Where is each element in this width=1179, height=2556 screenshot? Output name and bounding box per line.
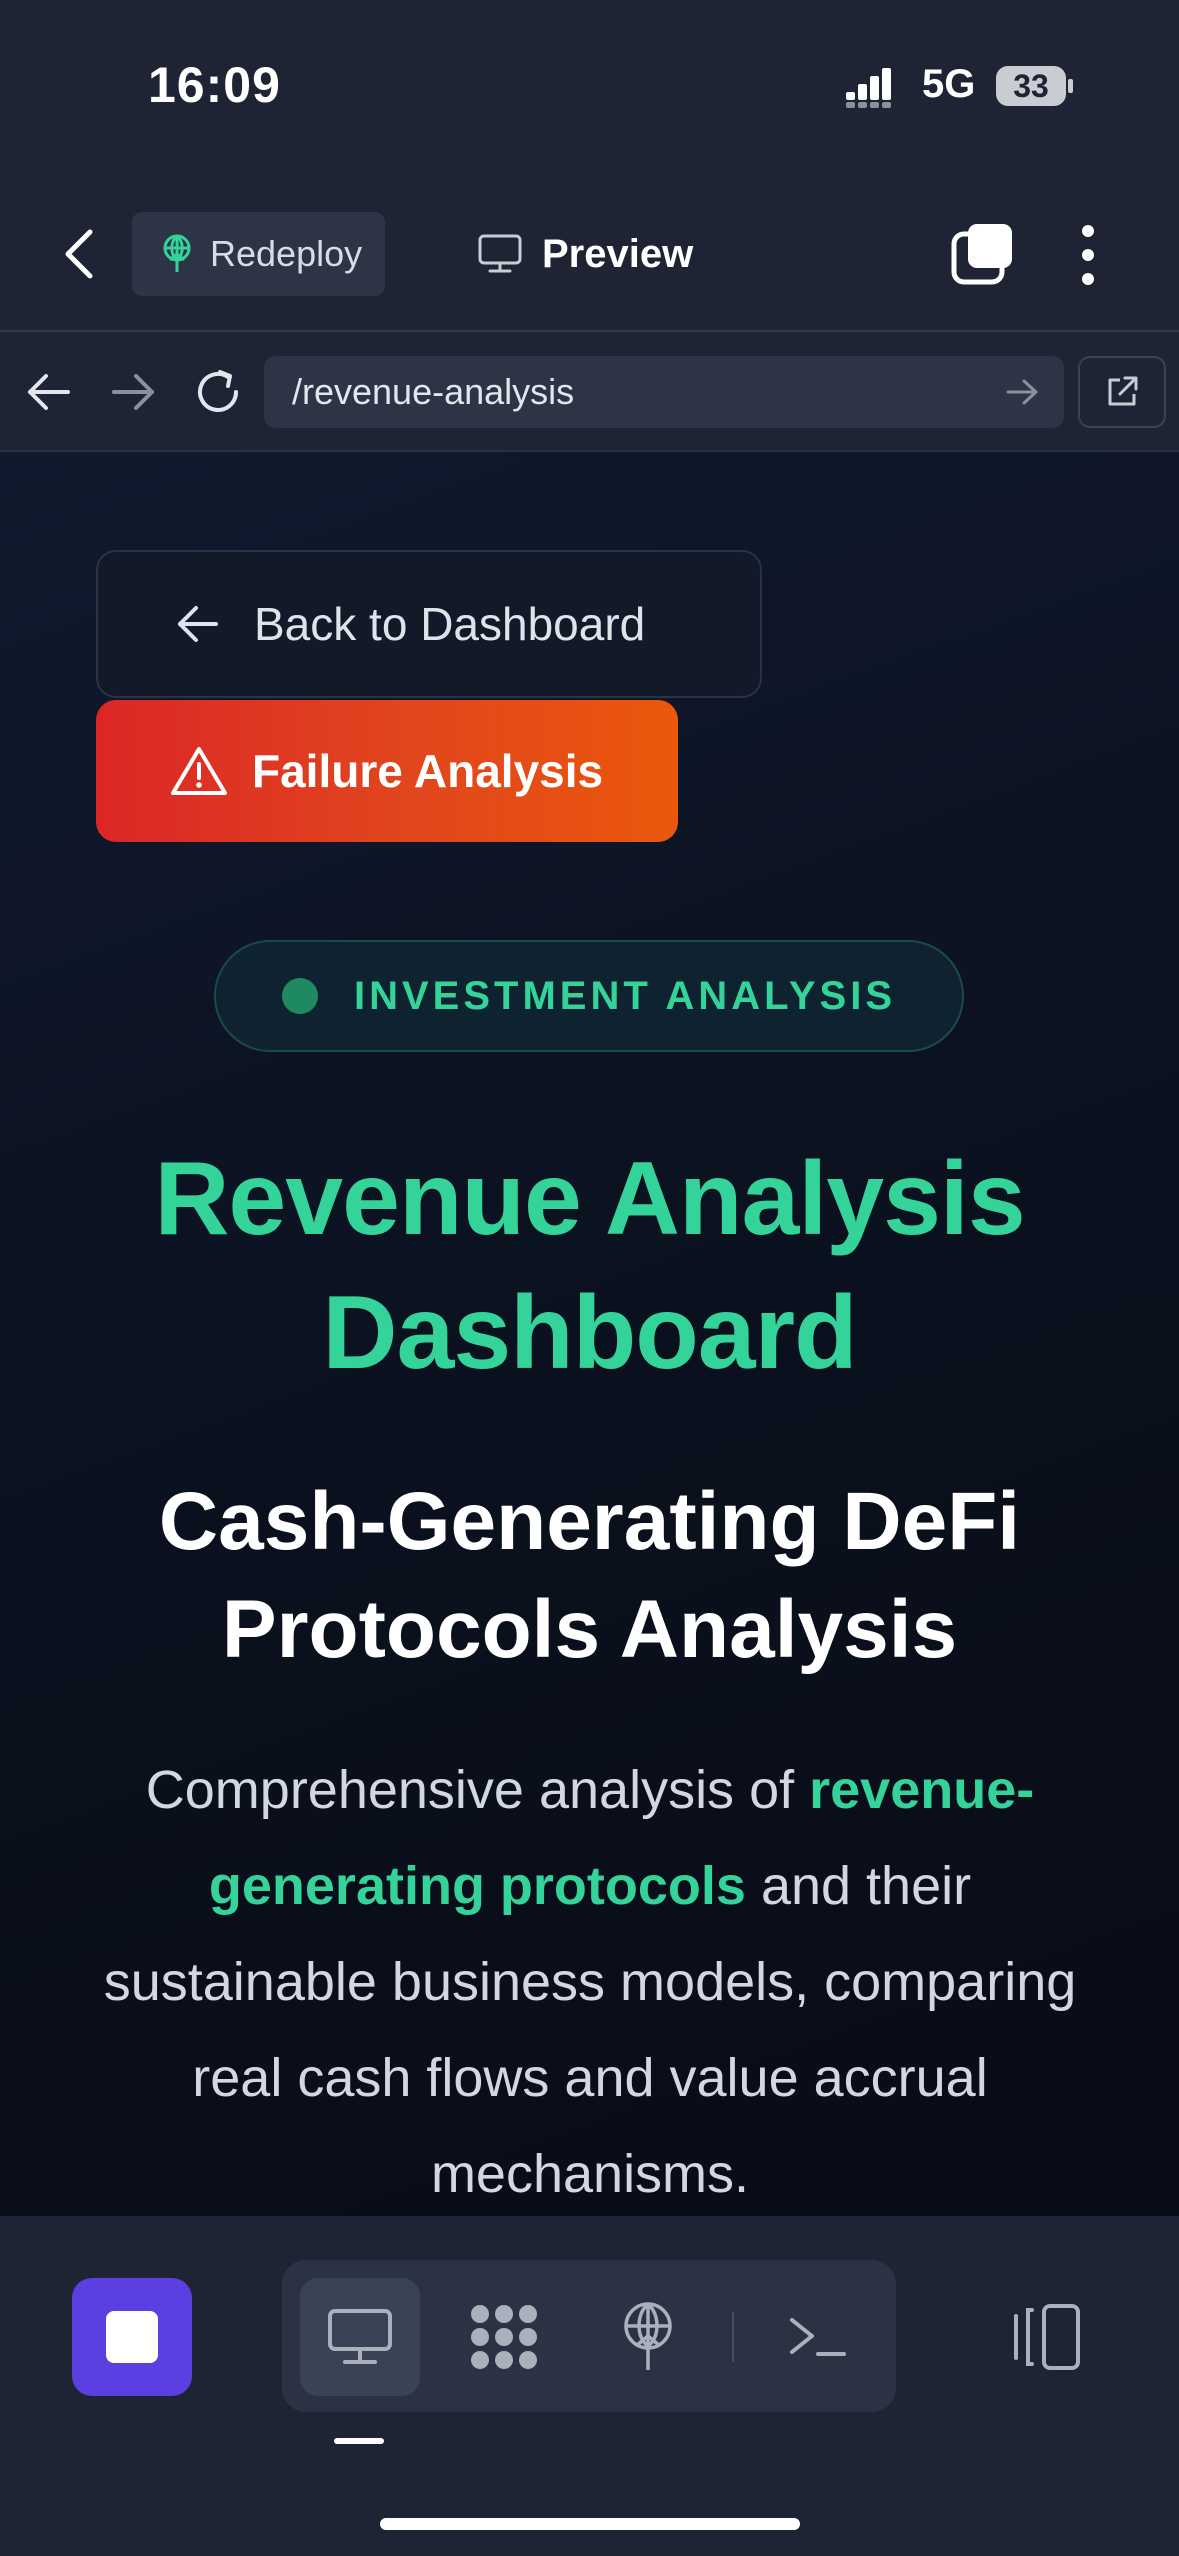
page-title: Revenue Analysis Dashboard	[0, 1132, 1179, 1400]
description-text: Comprehensive analysis of	[145, 1760, 810, 1820]
redeploy-button[interactable]: Redeploy	[132, 212, 385, 296]
back-to-dashboard-label: Back to Dashboard	[254, 598, 646, 650]
modules-icon	[471, 2305, 537, 2369]
monitor-icon	[328, 2309, 392, 2364]
stop-icon	[106, 2311, 158, 2363]
tabs-icon[interactable]	[950, 222, 1016, 288]
active-tab-indicator	[334, 2438, 384, 2444]
network-label: 5G	[922, 62, 976, 106]
switcher-separator	[732, 2312, 734, 2362]
preview-view-button[interactable]	[300, 2278, 420, 2396]
header-divider	[0, 330, 1179, 332]
modules-view-button[interactable]	[444, 2278, 564, 2396]
terminal-icon	[790, 2318, 846, 2356]
page-content: Back to Dashboard Failure Analysis INVES…	[0, 452, 1179, 2216]
title-line-2: Dashboard	[322, 1275, 857, 1391]
deploy-icon	[163, 234, 191, 272]
deploy-view-button[interactable]	[588, 2278, 708, 2396]
more-options-icon[interactable]	[1074, 222, 1102, 288]
title-line-1: Revenue Analysis	[154, 1141, 1025, 1257]
page-description: Comprehensive analysis of revenue-genera…	[90, 1742, 1090, 2216]
monitor-icon	[478, 234, 522, 273]
deploy-icon	[624, 2302, 672, 2370]
back-chevron-icon[interactable]	[60, 226, 100, 282]
failure-analysis-label: Failure Analysis	[252, 745, 604, 797]
warning-icon	[171, 747, 227, 795]
investment-analysis-badge: INVESTMENT ANALYSIS	[214, 940, 964, 1052]
nav-forward-icon[interactable]	[108, 370, 158, 414]
preview-button[interactable]: Preview	[478, 222, 693, 286]
url-bar[interactable]: /revenue-analysis	[264, 356, 1064, 428]
arrow-left-icon	[178, 606, 218, 642]
back-to-dashboard-button[interactable]: Back to Dashboard	[96, 550, 762, 698]
status-time: 16:09	[148, 57, 281, 113]
home-indicator[interactable]	[380, 2518, 800, 2530]
battery-level: 33	[1013, 68, 1049, 104]
subtitle-line-1: Cash-Generating DeFi	[158, 1476, 1021, 1567]
redeploy-label: Redeploy	[210, 233, 363, 274]
terminal-view-button[interactable]	[758, 2278, 878, 2396]
url-path[interactable]: /revenue-analysis	[292, 371, 1002, 413]
badge-dot	[282, 978, 318, 1014]
external-link-icon	[1108, 376, 1138, 406]
go-arrow-icon[interactable]	[1002, 374, 1042, 410]
failure-analysis-button[interactable]: Failure Analysis	[96, 700, 678, 842]
signal-icon	[846, 68, 891, 108]
preview-label: Preview	[542, 231, 694, 276]
layout-icon[interactable]	[1008, 2302, 1084, 2372]
open-external-button[interactable]	[1078, 356, 1166, 428]
stop-button[interactable]	[72, 2278, 192, 2396]
badge-label: INVESTMENT ANALYSIS	[354, 973, 896, 1018]
page-subtitle: Cash-Generating DeFi Protocols Analysis	[0, 1468, 1179, 1684]
battery-icon: 33	[996, 64, 1074, 108]
nav-back-icon[interactable]	[24, 370, 74, 414]
reload-icon[interactable]	[192, 366, 244, 418]
subtitle-line-2: Protocols Analysis	[221, 1584, 958, 1675]
